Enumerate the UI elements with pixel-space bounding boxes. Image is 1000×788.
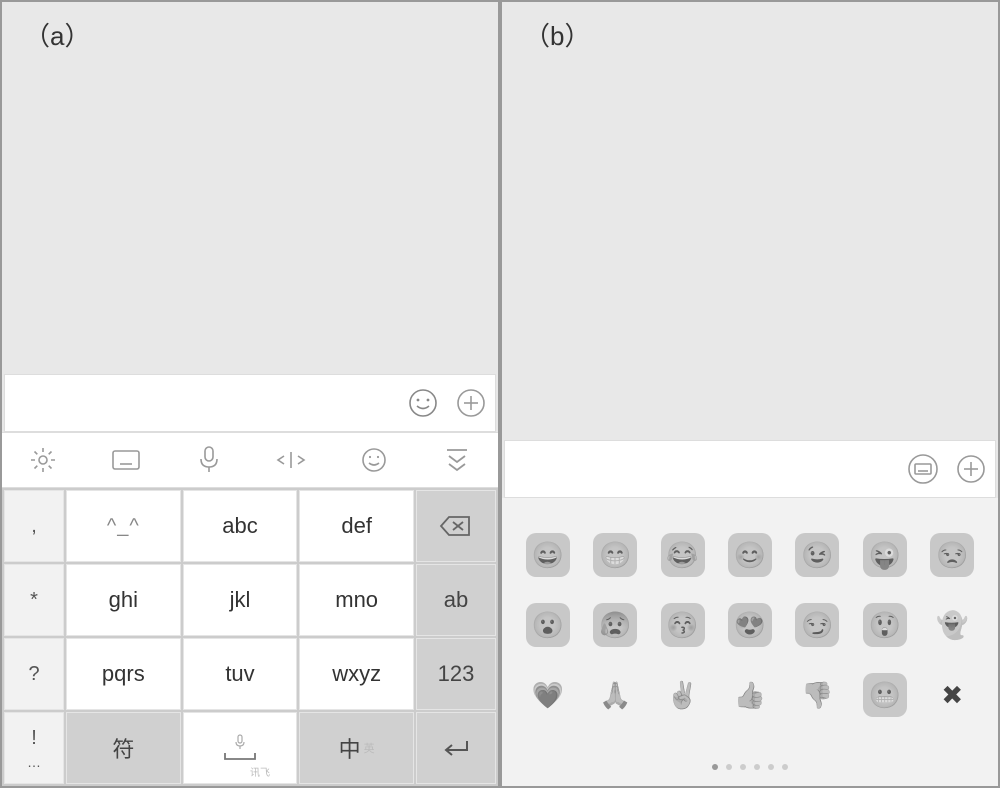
emoji-toggle-button[interactable] bbox=[399, 379, 447, 427]
page-dot[interactable] bbox=[754, 764, 760, 770]
panel-b-label: （b） bbox=[524, 16, 590, 53]
page-dot[interactable] bbox=[712, 764, 718, 770]
keyboard-icon bbox=[111, 449, 141, 471]
side-key-question[interactable]: ? bbox=[4, 638, 64, 710]
emoji-delete[interactable]: ✖ bbox=[930, 673, 974, 717]
emoji-item[interactable]: 😍 bbox=[728, 603, 772, 647]
panel-b-content bbox=[502, 2, 998, 440]
emoji-item[interactable]: 👍 bbox=[728, 673, 772, 717]
message-input-row-b bbox=[504, 440, 996, 498]
add-button-b[interactable] bbox=[947, 445, 995, 493]
key-tuv[interactable]: tuv bbox=[183, 638, 298, 710]
emoji-item[interactable]: 👻 bbox=[930, 603, 974, 647]
page-dot[interactable] bbox=[768, 764, 774, 770]
panel-b: （b） 😄 😁 😂 😊 😉 😜 � bbox=[500, 0, 1000, 788]
side-key-asterisk[interactable]: * bbox=[4, 564, 64, 636]
emoji-item[interactable]: 👎 bbox=[795, 673, 839, 717]
emoji-item[interactable]: 😂 bbox=[661, 533, 705, 577]
key-123[interactable]: 123 bbox=[416, 638, 496, 710]
emoji-panel: 😄 😁 😂 😊 😉 😜 😒 😮 😰 😚 😍 😏 😲 👻 💗 🙏 ✌ 👍 👎 😬 … bbox=[502, 498, 998, 786]
page-dot[interactable] bbox=[740, 764, 746, 770]
message-input-row bbox=[4, 374, 496, 432]
enter-icon bbox=[441, 737, 471, 759]
emoji-button[interactable] bbox=[333, 446, 416, 474]
emoji-item[interactable]: 😄 bbox=[526, 533, 570, 577]
keyboard-toggle-button[interactable] bbox=[899, 445, 947, 493]
space-icon bbox=[222, 750, 258, 762]
emoji-item[interactable]: 💗 bbox=[526, 673, 570, 717]
panel-a: （a） bbox=[0, 0, 500, 788]
emoji-item[interactable]: 😚 bbox=[661, 603, 705, 647]
collapse-button[interactable] bbox=[415, 447, 498, 473]
message-input-b[interactable] bbox=[511, 448, 893, 490]
smile-outline-icon bbox=[360, 446, 388, 474]
voice-button[interactable] bbox=[167, 445, 250, 475]
emoji-item[interactable]: 😲 bbox=[863, 603, 907, 647]
chevrons-down-icon bbox=[443, 447, 471, 473]
key-ab[interactable]: ab bbox=[416, 564, 496, 636]
add-button[interactable] bbox=[447, 379, 495, 427]
panel-a-label: （a） bbox=[24, 16, 90, 53]
page-dot[interactable] bbox=[782, 764, 788, 770]
message-input[interactable] bbox=[11, 381, 399, 425]
key-enter[interactable] bbox=[416, 712, 496, 784]
emoji-item[interactable]: 😬 bbox=[863, 673, 907, 717]
side-key-exclaim[interactable]: ! … bbox=[4, 712, 64, 784]
keyboard-round-icon bbox=[906, 452, 940, 486]
mic-icon bbox=[198, 445, 220, 475]
key-pqrs[interactable]: pqrs bbox=[66, 638, 181, 710]
key-abc[interactable]: abc bbox=[183, 490, 298, 562]
gear-icon bbox=[29, 446, 57, 474]
plus-icon bbox=[455, 387, 487, 419]
key-mno[interactable]: mno bbox=[299, 564, 414, 636]
plus-icon bbox=[955, 453, 987, 485]
key-jkl[interactable]: jkl bbox=[183, 564, 298, 636]
settings-button[interactable] bbox=[2, 446, 85, 474]
ime-toolbar bbox=[2, 432, 498, 488]
emoji-item[interactable]: ✌ bbox=[661, 673, 705, 717]
panel-a-content bbox=[2, 2, 498, 374]
backspace-icon bbox=[439, 514, 473, 538]
key-ghi[interactable]: ghi bbox=[66, 564, 181, 636]
keyboard-layout-button[interactable] bbox=[85, 449, 168, 471]
emoji-item[interactable]: 🙏 bbox=[593, 673, 637, 717]
t9-keypad: , ^_^ abc def * ghi jkl mno ab ? pqrs tu… bbox=[2, 488, 498, 786]
key-space[interactable]: 讯飞 bbox=[183, 712, 298, 784]
key-language[interactable]: 中 英 bbox=[299, 712, 414, 784]
page-dot[interactable] bbox=[726, 764, 732, 770]
cursor-button[interactable] bbox=[250, 448, 333, 472]
emoji-item[interactable]: 😰 bbox=[593, 603, 637, 647]
emoji-item[interactable]: 😊 bbox=[728, 533, 772, 577]
smile-icon bbox=[407, 387, 439, 419]
key-emoticon[interactable]: ^_^ bbox=[66, 490, 181, 562]
emoji-item[interactable]: 😏 bbox=[795, 603, 839, 647]
emoji-item[interactable]: 😒 bbox=[930, 533, 974, 577]
key-symbols[interactable]: 符 bbox=[66, 712, 181, 784]
key-def[interactable]: def bbox=[299, 490, 414, 562]
emoji-item[interactable]: 😜 bbox=[863, 533, 907, 577]
page-indicator bbox=[520, 754, 980, 770]
mic-small-icon bbox=[234, 734, 246, 750]
cursor-icon bbox=[274, 448, 308, 472]
side-key-comma[interactable]: , bbox=[4, 490, 64, 562]
key-backspace[interactable] bbox=[416, 490, 496, 562]
emoji-grid-rows: 😄 😁 😂 😊 😉 😜 😒 😮 😰 😚 😍 😏 😲 👻 💗 🙏 ✌ 👍 👎 😬 … bbox=[520, 524, 980, 754]
emoji-item[interactable]: 😉 bbox=[795, 533, 839, 577]
emoji-item[interactable]: 😁 bbox=[593, 533, 637, 577]
key-wxyz[interactable]: wxyz bbox=[299, 638, 414, 710]
emoji-item[interactable]: 😮 bbox=[526, 603, 570, 647]
